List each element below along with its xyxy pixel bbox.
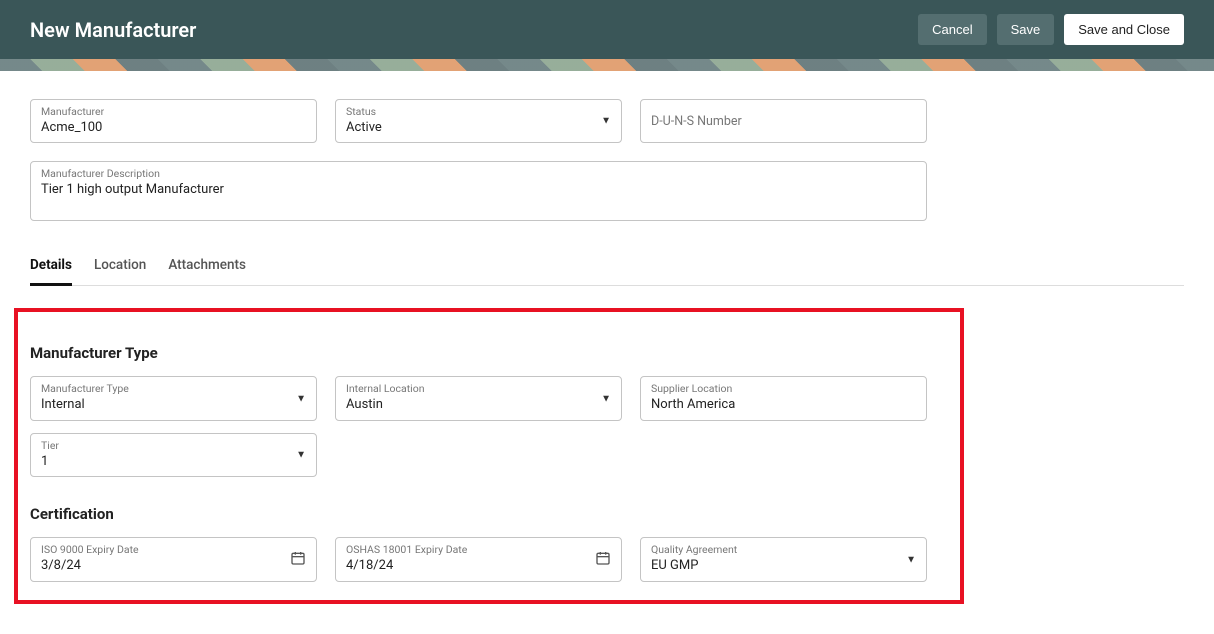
status-field-label: Status	[346, 106, 611, 119]
duns-placeholder: D-U-N-S Number	[651, 114, 916, 129]
oshas-18001-expiry-field[interactable]: OSHAS 18001 Expiry Date 4/18/24	[335, 537, 622, 581]
quality-agreement-label: Quality Agreement	[651, 544, 916, 557]
manufacturer-field[interactable]: Manufacturer Acme_100	[30, 99, 317, 143]
section-title-manufacturer-type: Manufacturer Type	[30, 344, 948, 362]
description-field-value: Tier 1 high output Manufacturer	[41, 182, 916, 199]
page-header: New Manufacturer Cancel Save Save and Cl…	[0, 0, 1214, 59]
iso-9000-expiry-label: ISO 9000 Expiry Date	[41, 544, 306, 557]
internal-location-value: Austin	[346, 397, 611, 414]
iso-9000-expiry-field[interactable]: ISO 9000 Expiry Date 3/8/24	[30, 537, 317, 581]
details-highlight-box: Manufacturer Type Manufacturer Type Inte…	[14, 308, 964, 603]
supplier-location-label: Supplier Location	[651, 383, 916, 396]
section-title-certification: Certification	[30, 505, 948, 523]
save-and-close-button[interactable]: Save and Close	[1064, 14, 1184, 45]
manufacturer-field-label: Manufacturer	[41, 106, 306, 119]
decorative-strip	[0, 59, 1214, 71]
internal-location-field[interactable]: Internal Location Austin ▼	[335, 376, 622, 420]
tab-details[interactable]: Details	[30, 257, 72, 286]
save-button[interactable]: Save	[997, 14, 1055, 45]
manufacturer-type-label: Manufacturer Type	[41, 383, 306, 396]
description-field-label: Manufacturer Description	[41, 168, 916, 181]
manufacturer-type-field[interactable]: Manufacturer Type Internal ▼	[30, 376, 317, 420]
manufacturer-description-field[interactable]: Manufacturer Description Tier 1 high out…	[30, 161, 927, 221]
description-row: Manufacturer Description Tier 1 high out…	[30, 161, 1184, 221]
calendar-icon[interactable]	[290, 550, 306, 570]
tier-value: 1	[41, 454, 306, 471]
quality-agreement-field[interactable]: Quality Agreement EU GMP ▼	[640, 537, 927, 581]
status-field[interactable]: Status Active ▼	[335, 99, 622, 143]
tier-label: Tier	[41, 440, 306, 453]
header-actions: Cancel Save Save and Close	[918, 14, 1184, 45]
calendar-icon[interactable]	[595, 550, 611, 570]
tabs-bar: Details Location Attachments	[30, 257, 1184, 286]
page-title: New Manufacturer	[30, 18, 196, 42]
quality-agreement-value: EU GMP	[651, 558, 916, 575]
status-field-value: Active	[346, 120, 611, 137]
supplier-location-value: North America	[651, 397, 916, 414]
tab-attachments[interactable]: Attachments	[168, 257, 246, 286]
manufacturer-field-value: Acme_100	[41, 120, 306, 137]
content-area: Manufacturer Acme_100 Status Active ▼ D-…	[0, 71, 1214, 634]
supplier-location-field[interactable]: Supplier Location North America	[640, 376, 927, 420]
manufacturer-type-grid: Manufacturer Type Internal ▼ Internal Lo…	[30, 376, 948, 477]
internal-location-label: Internal Location	[346, 383, 611, 396]
cancel-button[interactable]: Cancel	[918, 14, 986, 45]
tier-field[interactable]: Tier 1 ▼	[30, 433, 317, 477]
tab-location[interactable]: Location	[94, 257, 146, 286]
top-field-row: Manufacturer Acme_100 Status Active ▼ D-…	[30, 99, 1184, 143]
manufacturer-type-value: Internal	[41, 397, 306, 414]
duns-field[interactable]: D-U-N-S Number	[640, 99, 927, 143]
oshas-18001-expiry-label: OSHAS 18001 Expiry Date	[346, 544, 611, 557]
iso-9000-expiry-value: 3/8/24	[41, 558, 306, 575]
oshas-18001-expiry-value: 4/18/24	[346, 558, 611, 575]
certification-grid: ISO 9000 Expiry Date 3/8/24 OSHAS 18001 …	[30, 537, 948, 581]
